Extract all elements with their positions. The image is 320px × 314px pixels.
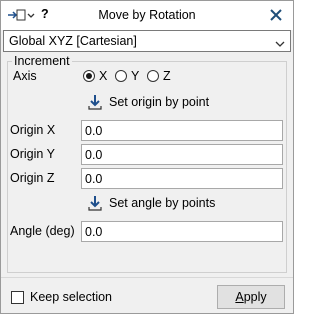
- keep-selection-box: [11, 290, 24, 304]
- close-icon: [270, 9, 282, 21]
- pick-point-icon: [88, 95, 102, 110]
- origin-y-label: Origin Y: [10, 147, 55, 161]
- coordinate-system-value: Global XYZ [Cartesian]: [9, 34, 137, 48]
- axis-x-radio[interactable]: X: [83, 69, 107, 83]
- footer-divider: [1, 277, 293, 278]
- radio-y-circle: [115, 70, 127, 82]
- set-origin-label: Set origin by point: [109, 95, 210, 109]
- increment-legend: Increment: [12, 54, 72, 68]
- coordinate-system-select[interactable]: Global XYZ [Cartesian]: [3, 30, 291, 52]
- origin-z-label: Origin Z: [10, 171, 55, 185]
- origin-z-input[interactable]: 0.0: [81, 168, 283, 189]
- origin-y-value: 0.0: [85, 148, 103, 162]
- move-by-rotation-dialog: ? Move by Rotation Global XYZ [Cartesian…: [0, 0, 294, 314]
- origin-y-input[interactable]: 0.0: [81, 144, 283, 165]
- axis-y-radio[interactable]: Y: [115, 69, 139, 83]
- set-origin-by-point-button[interactable]: Set origin by point: [87, 94, 209, 110]
- radio-x-circle: [83, 70, 95, 82]
- origin-x-input[interactable]: 0.0: [81, 120, 283, 141]
- origin-x-value: 0.0: [85, 124, 103, 138]
- set-angle-label: Set angle by points: [109, 196, 216, 210]
- angle-input[interactable]: 0.0: [81, 221, 283, 242]
- apply-mnemonic: A: [235, 290, 244, 304]
- title-bar: ? Move by Rotation: [1, 1, 293, 30]
- angle-label: Angle (deg): [10, 224, 75, 238]
- close-button[interactable]: [265, 4, 287, 26]
- axis-label: Axis: [13, 69, 37, 83]
- chevron-down-icon: [275, 37, 285, 51]
- axis-z-label: Z: [163, 69, 171, 83]
- radio-z-circle: [147, 70, 159, 82]
- set-angle-by-points-button[interactable]: Set angle by points: [87, 195, 215, 211]
- axis-z-radio[interactable]: Z: [147, 69, 171, 83]
- keep-selection-checkbox[interactable]: Keep selection: [11, 290, 112, 304]
- axis-y-label: Y: [131, 69, 140, 83]
- apply-label-rest: pply: [243, 290, 267, 304]
- pick-point-icon: [88, 196, 102, 211]
- window-title: Move by Rotation: [98, 8, 196, 22]
- apply-button[interactable]: Apply: [217, 285, 285, 309]
- origin-x-label: Origin X: [10, 123, 56, 137]
- keep-selection-label: Keep selection: [30, 290, 113, 304]
- axis-x-label: X: [99, 69, 108, 83]
- angle-value: 0.0: [85, 225, 103, 239]
- origin-z-value: 0.0: [85, 172, 103, 186]
